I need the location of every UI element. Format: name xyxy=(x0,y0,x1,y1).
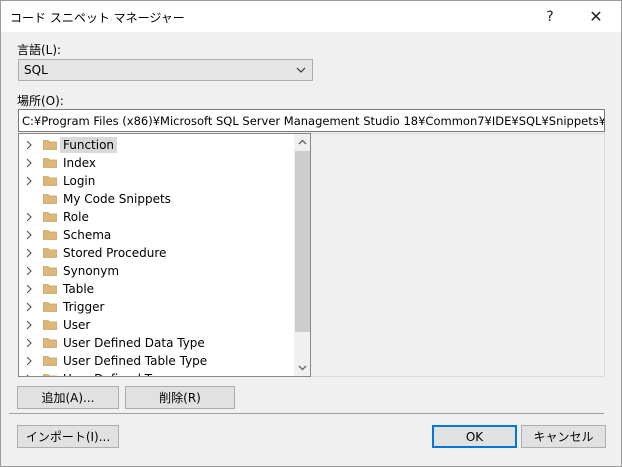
tree-item-label: Index xyxy=(63,156,97,170)
folder-icon xyxy=(43,230,57,240)
tree-item[interactable]: Stored Procedure xyxy=(19,244,294,262)
ok-button[interactable]: OK xyxy=(432,425,517,448)
chevron-right-icon[interactable] xyxy=(25,356,33,366)
tree-item[interactable]: Synonym xyxy=(19,262,294,280)
language-label: 言語(L): xyxy=(17,43,62,57)
folder-icon xyxy=(43,158,57,168)
tree-item[interactable]: User Defined Table Type xyxy=(19,352,294,370)
tree-item[interactable]: User xyxy=(19,316,294,334)
language-dropdown[interactable]: SQL xyxy=(18,59,313,81)
folder-icon xyxy=(43,140,57,150)
chevron-right-icon[interactable] xyxy=(25,140,33,150)
chevron-right-icon[interactable] xyxy=(25,176,33,186)
folder-icon xyxy=(43,302,57,312)
folder-icon xyxy=(43,248,57,258)
window-title: コード スニペット マネージャー xyxy=(10,11,185,25)
tree-item-label: User Defined Type xyxy=(60,371,175,376)
tree-item-label: Stored Procedure xyxy=(63,246,167,260)
tree-item[interactable]: Function xyxy=(19,136,294,154)
language-selected-value: SQL xyxy=(24,63,48,77)
help-button[interactable]: ? xyxy=(527,1,573,32)
tree-item[interactable]: Trigger xyxy=(19,298,294,316)
snippet-manager-window: コード スニペット マネージャー ? ✕ 言語(L): SQL 場所(O): C… xyxy=(0,0,622,467)
chevron-right-icon[interactable] xyxy=(25,302,33,312)
folder-icon xyxy=(43,176,57,186)
folder-icon xyxy=(43,212,57,222)
cancel-button[interactable]: キャンセル xyxy=(521,425,606,448)
tree-item[interactable]: Index xyxy=(19,154,294,172)
tree-item[interactable]: Role xyxy=(19,208,294,226)
snippet-folder-tree[interactable]: Function Index Login My Code Snippets Role Sc… xyxy=(18,133,311,377)
location-label: 場所(O): xyxy=(17,94,64,108)
tree-item-label: Login xyxy=(63,174,96,188)
scroll-down-icon[interactable] xyxy=(294,359,311,376)
remove-button[interactable]: 削除(R) xyxy=(125,386,235,409)
folder-icon xyxy=(43,338,57,348)
chevron-right-icon[interactable] xyxy=(25,158,33,168)
tree-item[interactable]: Schema xyxy=(19,226,294,244)
title-bar: コード スニペット マネージャー ? ✕ xyxy=(1,1,621,32)
chevron-right-icon[interactable] xyxy=(25,230,33,240)
scroll-thumb[interactable] xyxy=(295,151,310,332)
tree-item[interactable]: My Code Snippets xyxy=(19,190,294,208)
tree-item-label: Trigger xyxy=(63,300,105,314)
separator xyxy=(9,413,604,414)
chevron-right-icon[interactable] xyxy=(25,248,33,258)
folder-icon xyxy=(43,374,57,376)
tree-item-label: Function xyxy=(60,137,118,153)
vertical-scrollbar[interactable] xyxy=(294,134,311,376)
import-button[interactable]: インポート(I)... xyxy=(17,425,119,448)
tree-item-label: Synonym xyxy=(63,264,120,278)
add-button[interactable]: 追加(A)... xyxy=(17,386,119,409)
tree-item[interactable]: Login xyxy=(19,172,294,190)
tree-item-label: Table xyxy=(63,282,95,296)
chevron-right-icon[interactable] xyxy=(25,284,33,294)
scroll-up-icon[interactable] xyxy=(294,134,311,151)
tree-item-label: User xyxy=(63,318,91,332)
tree-item-label: User Defined Table Type xyxy=(63,354,208,368)
tree-item[interactable]: User Defined Data Type xyxy=(19,334,294,352)
chevron-right-icon[interactable] xyxy=(25,338,33,348)
chevron-down-icon xyxy=(296,67,306,73)
folder-icon xyxy=(43,320,57,330)
tree-item-label: Schema xyxy=(63,228,112,242)
chevron-right-icon[interactable] xyxy=(25,212,33,222)
tree-item-label: My Code Snippets xyxy=(63,192,171,206)
folder-icon xyxy=(43,266,57,276)
tree-item[interactable]: User Defined Type xyxy=(19,370,294,377)
tree-item-label: User Defined Data Type xyxy=(63,336,205,350)
chevron-right-icon[interactable] xyxy=(25,320,33,330)
tree-item-label: Role xyxy=(63,210,89,224)
location-path-text: C:¥Program Files (x86)¥Microsoft SQL Ser… xyxy=(22,114,605,128)
folder-icon xyxy=(43,356,57,366)
folder-icon xyxy=(43,284,57,294)
snippet-details-panel xyxy=(311,133,605,377)
folder-icon xyxy=(43,194,57,204)
location-path-field[interactable]: C:¥Program Files (x86)¥Microsoft SQL Ser… xyxy=(18,109,605,132)
close-button[interactable]: ✕ xyxy=(573,1,619,32)
chevron-right-icon[interactable] xyxy=(25,266,33,276)
tree-item[interactable]: Table xyxy=(19,280,294,298)
chevron-right-icon[interactable] xyxy=(25,374,33,377)
